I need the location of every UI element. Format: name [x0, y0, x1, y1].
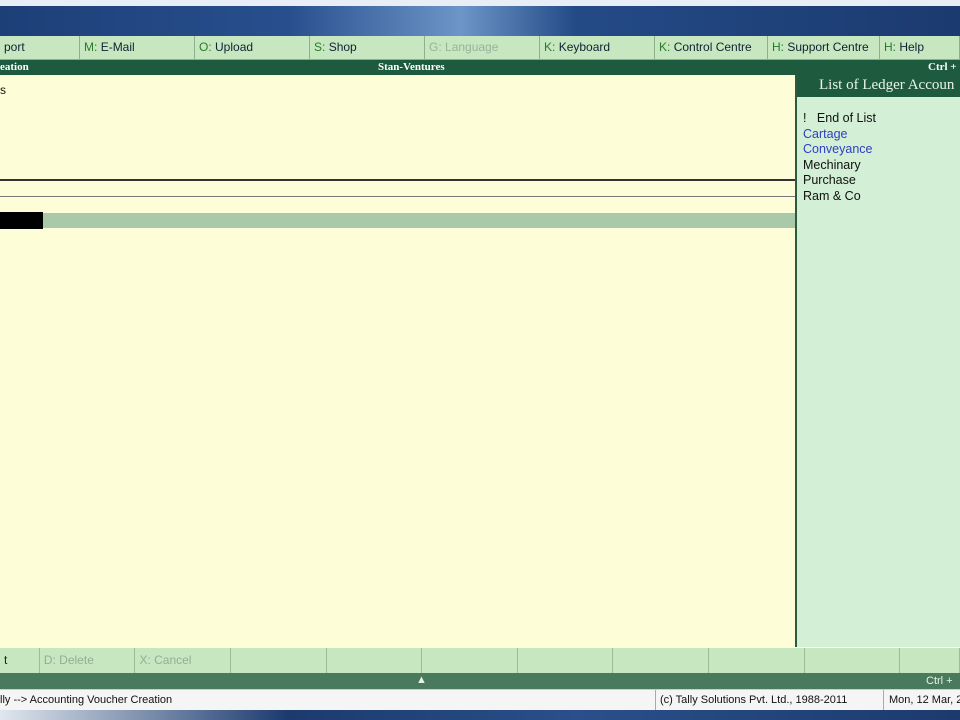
bottom-button[interactable] [900, 648, 960, 673]
menu-label: Shop [328, 40, 357, 54]
ctrl-hint: Ctrl + [926, 675, 953, 687]
company-name: Stan-Ventures [378, 61, 445, 73]
screen-title: eation [0, 61, 29, 73]
ledger-item-end-of-list[interactable]: ! End of List [803, 111, 960, 127]
ledger-item[interactable]: Cartage [803, 127, 960, 143]
date: Mon, 12 Mar, 2 [889, 694, 960, 706]
breadcrumb: lly --> Accounting Voucher Creation [0, 694, 173, 706]
menu-label: Control Centre [673, 40, 752, 54]
divider [655, 690, 656, 711]
shortcut-key: G: [429, 40, 442, 54]
particulars-row[interactable] [0, 213, 795, 228]
bottom-button[interactable] [613, 648, 709, 673]
shortcut-key: S: [314, 40, 326, 54]
menu-help[interactable]: H: Help [880, 36, 960, 60]
ledger-item[interactable]: Ram & Co [803, 189, 960, 205]
menu-label: port [4, 40, 25, 54]
menu-export[interactable]: port [0, 36, 80, 60]
button-toggle-bar: ▲ Ctrl + [0, 673, 960, 689]
shortcut-key: K: [544, 40, 556, 54]
shortcut-key: O: [199, 40, 212, 54]
expand-arrow-icon[interactable]: ▲ [416, 674, 427, 686]
menu-label: Help [899, 40, 925, 54]
divider [0, 179, 795, 181]
shortcut-key: M: [84, 40, 98, 54]
bottom-button[interactable] [805, 648, 901, 673]
text-cursor[interactable] [0, 212, 43, 229]
ledger-list-panel: List of Ledger Accoun ! End of List Cart… [795, 75, 960, 647]
ledger-list-title: List of Ledger Accoun [797, 75, 960, 97]
menu-label: Upload [215, 40, 254, 54]
ledger-item[interactable]: Purchase [803, 173, 960, 189]
bottom-button[interactable] [327, 648, 423, 673]
menu-email[interactable]: M: E-Mail [80, 36, 195, 60]
voucher-entry-area: s [0, 75, 795, 647]
end-marker: ! [803, 111, 807, 125]
bottom-button[interactable] [422, 648, 518, 673]
menu-label: E-Mail [100, 40, 135, 54]
menu-label: Language [445, 40, 499, 54]
menu-language[interactable]: G: Language [425, 36, 540, 60]
bottom-button[interactable]: t [0, 648, 40, 673]
copyright: (c) Tally Solutions Pvt. Ltd., 1988-2011 [660, 694, 848, 706]
menu-support-centre[interactable]: H: Support Centre [768, 36, 880, 60]
ledger-item[interactable]: Conveyance [803, 142, 960, 158]
shortcut-key: K: [659, 40, 671, 54]
menu-upload[interactable]: O: Upload [195, 36, 310, 60]
bottom-button[interactable] [709, 648, 805, 673]
divider [883, 690, 884, 711]
delete-button[interactable]: D: Delete [40, 648, 136, 673]
shortcut-key: H: [884, 40, 896, 54]
bottom-button[interactable] [518, 648, 614, 673]
menu-label: Keyboard [558, 40, 611, 54]
voucher-text-fragment: s [0, 83, 6, 97]
ledger-item-label: End of List [816, 111, 876, 125]
cancel-button[interactable]: X: Cancel [135, 648, 232, 673]
shortcut-key: H: [772, 40, 784, 54]
bottom-button[interactable] [231, 648, 327, 673]
window-title-bar [0, 0, 960, 36]
divider [0, 196, 795, 197]
top-menu-bar: port M: E-Mail O: Upload S: Shop G: Lang… [0, 36, 960, 60]
bottom-button-bar: t D: Delete X: Cancel [0, 648, 960, 673]
status-bar: lly --> Accounting Voucher Creation (c) … [0, 689, 960, 711]
screen-title-bar: eation Stan-Ventures Ctrl + [0, 60, 960, 75]
menu-control-centre[interactable]: K: Control Centre [655, 36, 768, 60]
menu-shop[interactable]: S: Shop [310, 36, 425, 60]
ledger-item[interactable]: Mechinary [803, 158, 960, 174]
ctrl-hint: Ctrl + [928, 61, 957, 73]
taskbar [0, 710, 960, 720]
menu-keyboard[interactable]: K: Keyboard [540, 36, 655, 60]
menu-label: Support Centre [787, 40, 869, 54]
